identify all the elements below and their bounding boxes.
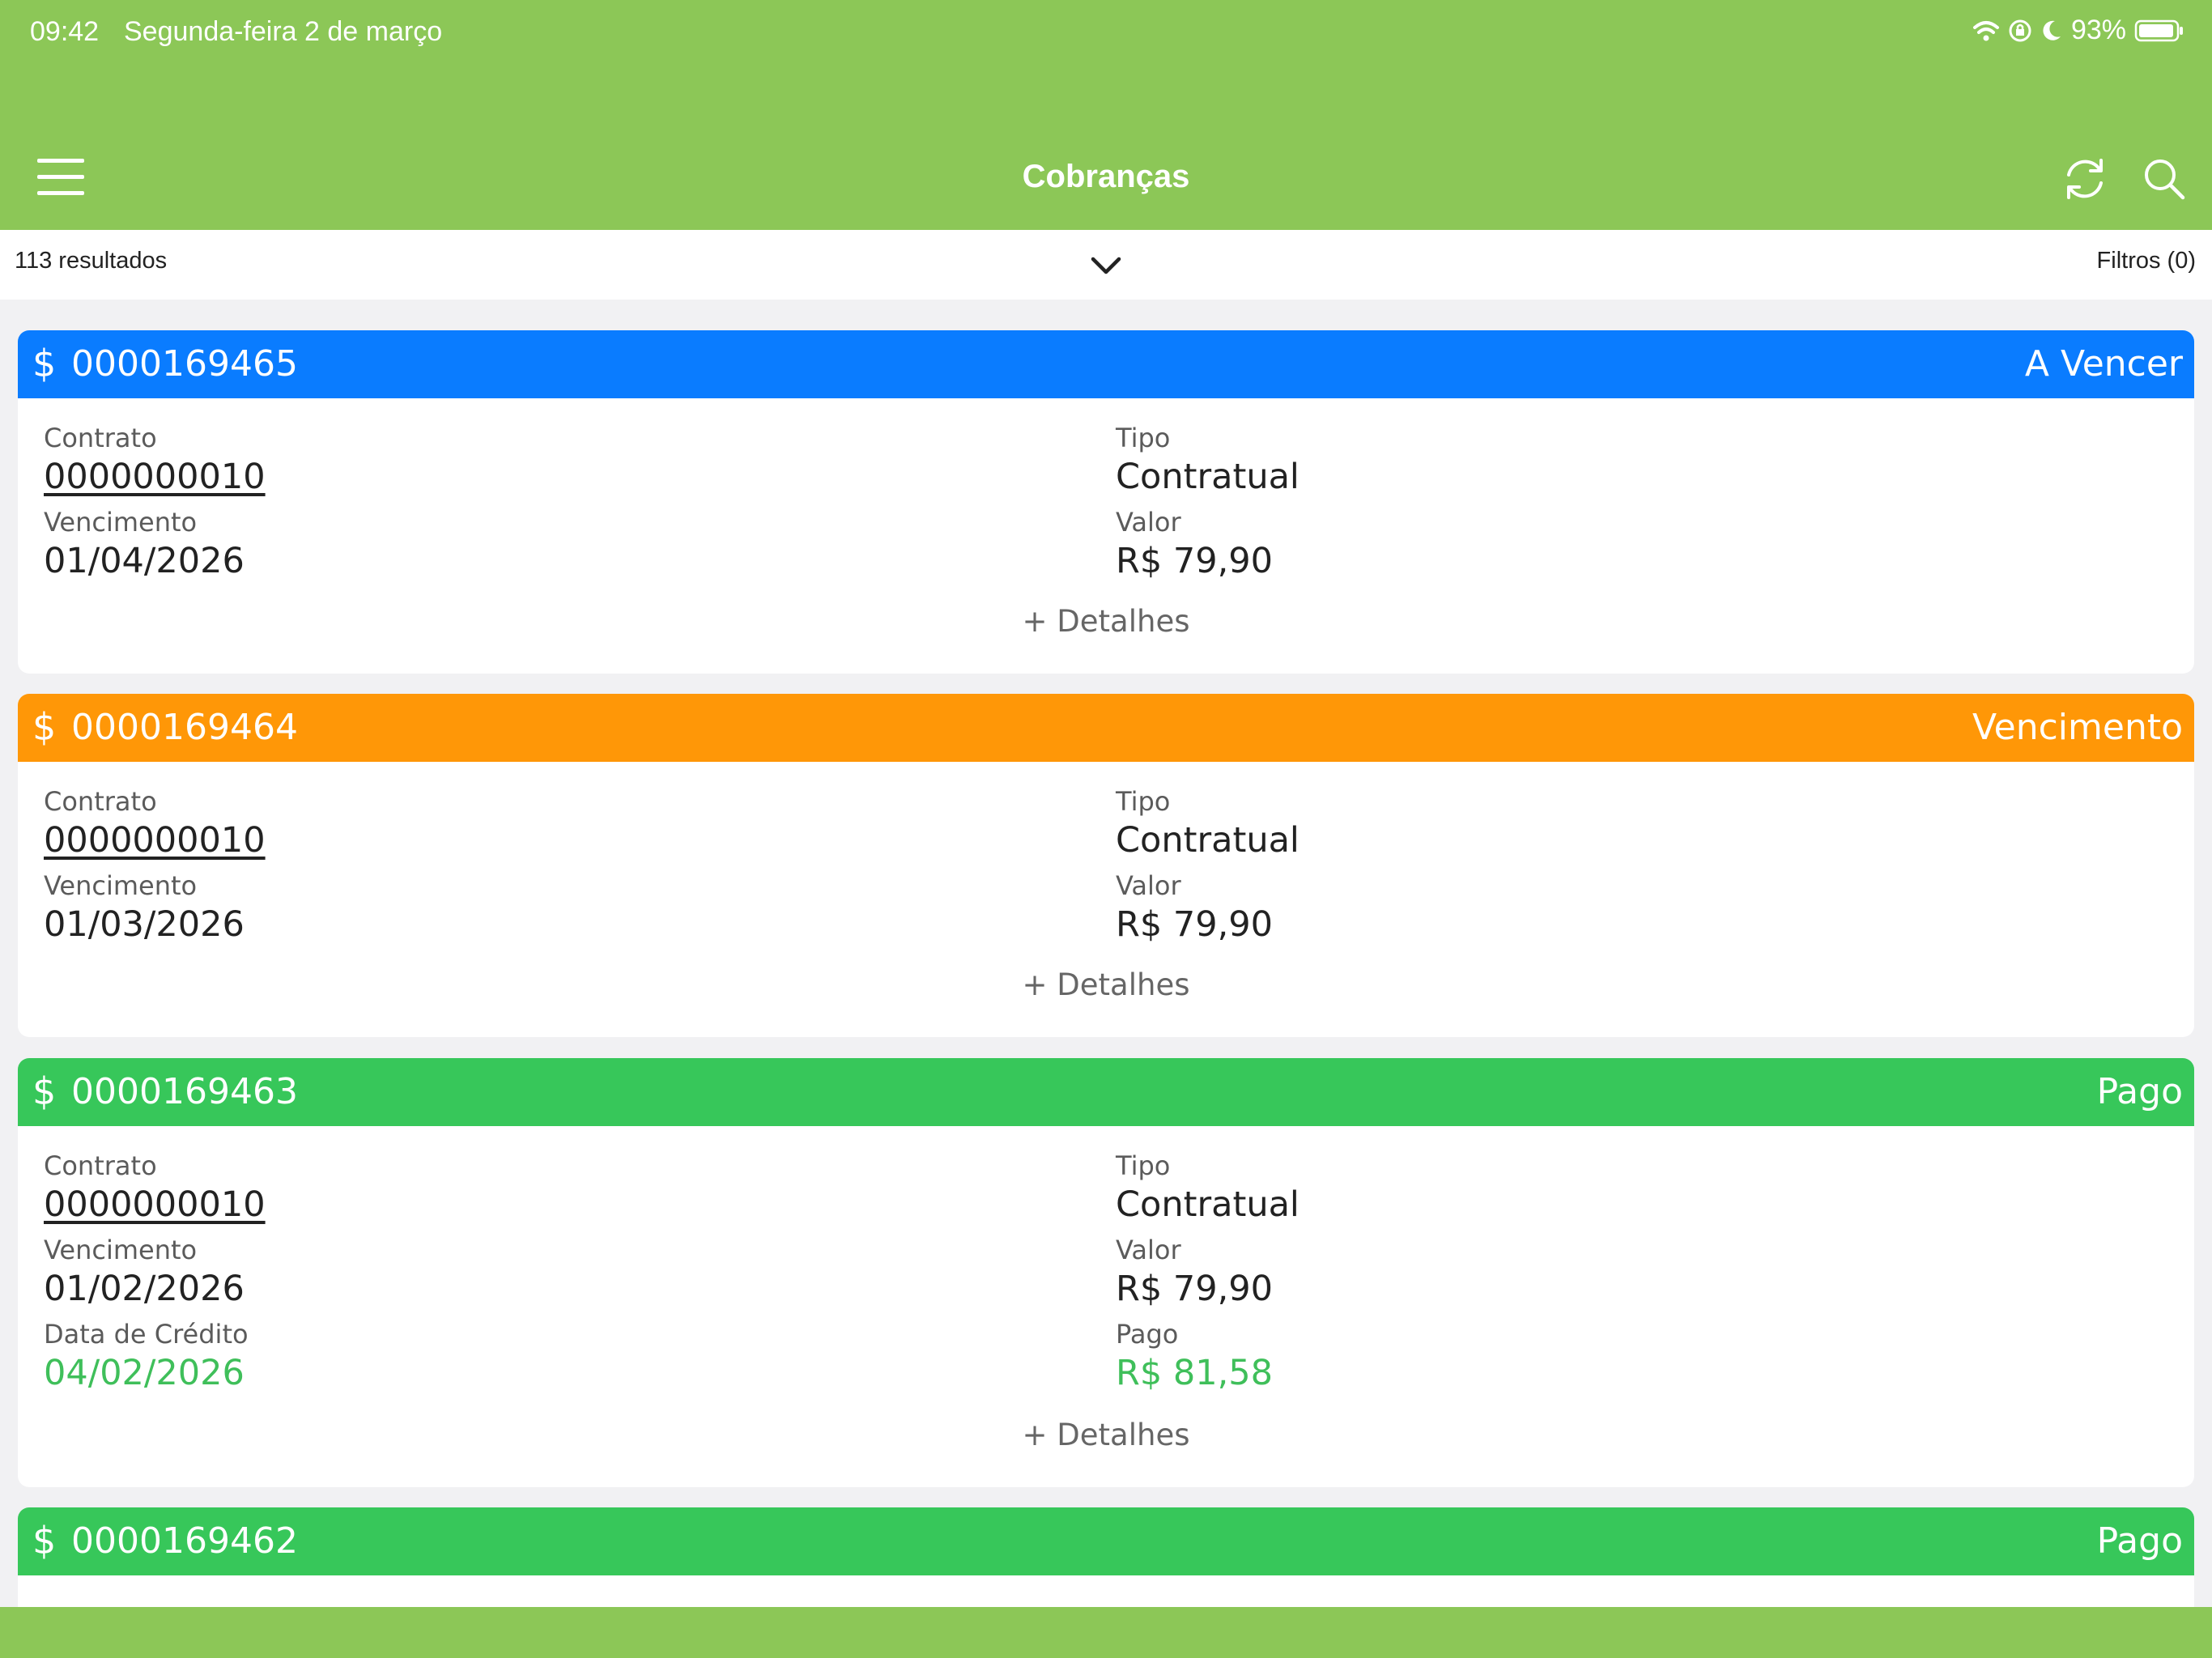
charge-card: $ 0000169465 A Vencer Contrato 000000001…	[18, 330, 2194, 674]
dollar-icon: $	[32, 1069, 57, 1113]
value-label: Valor	[1116, 507, 1181, 538]
dollar-icon: $	[32, 342, 57, 385]
charge-card: $ 0000169462 Pago	[18, 1507, 2194, 1621]
charge-number: 0000169465	[71, 343, 298, 385]
status-bar: 09:42 Segunda-feira 2 de março 93%	[0, 0, 2212, 65]
credit-date-label: Data de Crédito	[44, 1319, 249, 1350]
dollar-icon: $	[32, 1519, 57, 1562]
results-bar: 113 resultados Filtros (0)	[0, 230, 2212, 300]
details-link[interactable]: + Detalhes	[18, 604, 2194, 639]
charge-card-header[interactable]: $ 0000169463 Pago	[18, 1058, 2194, 1126]
credit-date-value: 04/02/2026	[44, 1353, 245, 1393]
charge-card: $ 0000169463 Pago Contrato 0000000010 Ve…	[18, 1058, 2194, 1487]
header: Cobranças	[0, 65, 2212, 230]
charge-status: Pago	[2096, 1071, 2183, 1112]
battery-icon	[2134, 19, 2183, 41]
value-label: Valor	[1116, 1235, 1181, 1265]
contract-link[interactable]: 0000000010	[44, 1184, 266, 1225]
type-label: Tipo	[1116, 1150, 1171, 1181]
type-label: Tipo	[1116, 423, 1171, 453]
orientation-lock-icon	[2009, 19, 2031, 41]
results-count: 113 resultados	[15, 248, 168, 274]
paid-amount: R$ 81,58	[1116, 1353, 1274, 1393]
charge-number: 0000169464	[71, 707, 298, 748]
charge-card-header[interactable]: $ 0000169464 Vencimento	[18, 694, 2194, 762]
due-date-value: 01/03/2026	[44, 904, 245, 945]
charge-number: 0000169462	[71, 1520, 298, 1562]
refresh-icon	[2067, 159, 2103, 199]
page-title: Cobranças	[1022, 159, 1190, 194]
charge-number: 0000169463	[71, 1071, 298, 1112]
contract-label: Contrato	[44, 423, 157, 453]
contract-label: Contrato	[44, 1150, 157, 1181]
value-label: Valor	[1116, 870, 1181, 901]
bottom-bar	[0, 1607, 2212, 1658]
moon-icon	[2043, 20, 2061, 40]
value-amount: R$ 79,90	[1116, 1269, 1274, 1309]
type-value: Contratual	[1116, 1184, 1300, 1225]
type-value: Contratual	[1116, 820, 1300, 861]
search-button[interactable]	[2141, 155, 2188, 202]
contract-link[interactable]: 0000000010	[44, 457, 266, 497]
charge-status: Pago	[2096, 1520, 2183, 1562]
paid-label: Pago	[1116, 1319, 1179, 1350]
status-date: Segunda-feira 2 de março	[124, 16, 443, 47]
charge-card-header[interactable]: $ 0000169462 Pago	[18, 1507, 2194, 1575]
search-icon	[2145, 159, 2185, 200]
dollar-icon: $	[32, 705, 57, 749]
charge-card-header[interactable]: $ 0000169465 A Vencer	[18, 330, 2194, 398]
details-link[interactable]: + Detalhes	[18, 967, 2194, 1002]
due-date-label: Vencimento	[44, 870, 198, 901]
charge-status: Vencimento	[1972, 707, 2183, 748]
type-value: Contratual	[1116, 457, 1300, 497]
chevron-down-icon	[1091, 257, 1121, 274]
due-date-value: 01/04/2026	[44, 541, 245, 581]
charge-card: $ 0000169464 Vencimento Contrato 0000000…	[18, 694, 2194, 1037]
refresh-button[interactable]	[2061, 155, 2108, 202]
filters-button[interactable]: Filtros (0)	[2097, 248, 2196, 274]
due-date-label: Vencimento	[44, 1235, 198, 1265]
contract-link[interactable]: 0000000010	[44, 820, 266, 861]
due-date-label: Vencimento	[44, 507, 198, 538]
charge-status: A Vencer	[2024, 343, 2183, 385]
status-time: 09:42	[30, 16, 100, 47]
type-label: Tipo	[1116, 786, 1171, 817]
due-date-value: 01/02/2026	[44, 1269, 245, 1309]
battery-percent: 93%	[2070, 15, 2126, 45]
details-link[interactable]: + Detalhes	[18, 1418, 2194, 1452]
value-amount: R$ 79,90	[1116, 904, 1274, 945]
status-icons: 93%	[1972, 15, 2184, 46]
contract-label: Contrato	[44, 786, 157, 817]
value-amount: R$ 79,90	[1116, 541, 1274, 581]
expand-toggle-button[interactable]	[1088, 251, 1124, 280]
wifi-icon	[1972, 20, 1999, 40]
